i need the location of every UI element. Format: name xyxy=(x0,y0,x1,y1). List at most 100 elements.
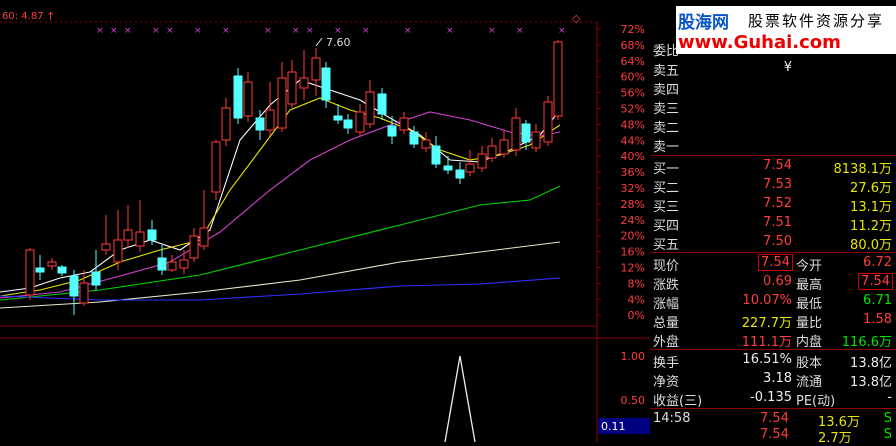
sell-row: 卖四 xyxy=(650,77,896,98)
price-axis-label: 68% xyxy=(621,39,645,52)
quote-panel: 委比 卖五 ¥ 卖四 卖三 卖二 卖一 买一 7.54 8138.1万 买二 7.53 27.6万买… xyxy=(650,0,896,446)
signal-mark: × xyxy=(110,26,118,36)
candle-body xyxy=(57,266,67,274)
buy-row-v1: 7.54 xyxy=(763,158,792,173)
sell-row: 卖五 ¥ xyxy=(650,58,896,79)
tick-price: 7.54 xyxy=(760,427,789,442)
candle-body xyxy=(431,145,441,165)
price-axis-label: 44% xyxy=(621,134,645,147)
price-axis-label: 40% xyxy=(621,150,645,163)
candle-body xyxy=(47,261,57,267)
sell-row: 卖三 xyxy=(650,96,896,117)
signal-mark: × xyxy=(222,26,230,36)
candle-body xyxy=(189,235,199,259)
stat-row: 涨幅 10.07% 最低 6.71 xyxy=(650,291,896,312)
candle-body xyxy=(487,145,497,159)
candle-body xyxy=(443,165,453,171)
tick-dir: S xyxy=(883,427,892,442)
buy-row: 买一 7.54 8138.1万 xyxy=(650,156,896,177)
stat-row-v1: 7.54 xyxy=(758,254,793,271)
stat-row-lbl: 外盘 xyxy=(653,335,680,350)
candle-body xyxy=(287,71,297,105)
fin-row-lbl: 收益(三) xyxy=(653,394,703,409)
candle-body xyxy=(409,131,419,145)
fin-row: 收益(三) -0.135 PE(动) - xyxy=(650,388,896,409)
signal-mark: × xyxy=(404,26,412,36)
candle-body xyxy=(299,77,309,89)
candle-body xyxy=(221,107,231,141)
candle-body xyxy=(211,141,221,193)
candle-body xyxy=(455,169,465,179)
signal-mark: × xyxy=(362,26,370,36)
stat-row-v2: 116.6万 xyxy=(841,335,892,350)
signal-mark: × xyxy=(446,26,454,36)
candle-body xyxy=(101,243,111,251)
signal-mark: × xyxy=(306,26,314,36)
candle-body xyxy=(321,67,331,101)
candle-body xyxy=(465,163,475,173)
fin-row-v1: 3.18 xyxy=(763,371,792,386)
candle-body xyxy=(243,81,253,117)
indicator-axis-label: 1.00 xyxy=(621,350,646,363)
candle-body xyxy=(123,229,133,241)
tick-price: 7.54 xyxy=(760,411,789,426)
candle-body xyxy=(157,257,167,271)
signal-mark: × xyxy=(516,26,524,36)
candle-body xyxy=(333,115,343,121)
buy-row: 买四 7.51 11.2万 xyxy=(650,213,896,234)
candle-body xyxy=(399,117,409,131)
candle-body xyxy=(543,101,553,143)
buy-row: 买五 7.50 80.0万 xyxy=(650,232,896,253)
candle-body xyxy=(343,119,353,129)
candle-body xyxy=(79,282,89,304)
stat-row-v2: 1.58 xyxy=(863,312,892,327)
fin-row-v1: -0.135 xyxy=(750,390,792,405)
svg-text:7.60: 7.60 xyxy=(326,36,351,49)
site-logo: 股海网 股票软件资源分享 www.Guhai.com xyxy=(676,6,896,54)
price-axis-label: 16% xyxy=(621,246,645,259)
indicator-axis-label: 0.50 xyxy=(621,394,646,407)
signal-mark: × xyxy=(488,26,496,36)
candle-body xyxy=(265,109,275,131)
buy-row-v1: 7.50 xyxy=(763,234,792,249)
price-axis-label: 28% xyxy=(621,198,645,211)
candle-body xyxy=(135,231,145,247)
signal-mark: × xyxy=(558,26,566,36)
price-axis-label: 64% xyxy=(621,55,645,68)
candle-body xyxy=(199,227,209,247)
buy-row-v2: 80.0万 xyxy=(850,238,892,253)
buy-row-lbl: 买五 xyxy=(653,238,680,253)
signal-mark: × xyxy=(292,26,300,36)
stat-row: 总量 227.7万 量比 1.58 xyxy=(650,310,896,331)
candle-body xyxy=(377,93,387,115)
signal-mark: × xyxy=(96,26,104,36)
buy-row-v1: 7.52 xyxy=(763,196,792,211)
sell-row: 卖一 xyxy=(650,134,896,155)
candle-body xyxy=(113,239,123,263)
price-axis-label: 32% xyxy=(621,182,645,195)
stat-row-v2: 7.54 xyxy=(858,273,893,290)
stat-row-v1: 0.69 xyxy=(763,274,792,289)
candle-body xyxy=(499,139,509,155)
fin-row: 净资 3.18 流通 13.8亿 xyxy=(650,369,896,390)
signal-mark: × xyxy=(194,26,202,36)
price-axis-label: 60% xyxy=(621,71,645,84)
price-axis-label: 48% xyxy=(621,118,645,131)
candle-body xyxy=(531,131,541,149)
tick-dir: S xyxy=(883,411,892,426)
candle-body xyxy=(421,139,431,149)
stat-row: 外盘 111.1万 内盘 116.6万 xyxy=(650,329,896,350)
logo-line2: 股票软件资源分享 xyxy=(748,12,885,30)
candle-body xyxy=(553,41,563,117)
buy-row: 买二 7.53 27.6万 xyxy=(650,175,896,196)
price-axis-label: 20% xyxy=(621,230,645,243)
marker-icon: ◇ xyxy=(572,12,581,25)
candle-body xyxy=(69,275,79,297)
price-axis-label: 0% xyxy=(628,309,645,322)
kline-chart[interactable]: 60: 4.87 ◇ ↑ 72% 68% 64% 60% 56% 52% 48% 44% 40%… xyxy=(0,0,650,442)
tick-time: 14:58 xyxy=(653,411,691,426)
stat-row-v2: 6.72 xyxy=(863,255,892,270)
stat-row-v1: 10.07% xyxy=(742,293,792,308)
sell-row-v1: ¥ xyxy=(783,60,792,75)
candle-body xyxy=(511,117,521,151)
